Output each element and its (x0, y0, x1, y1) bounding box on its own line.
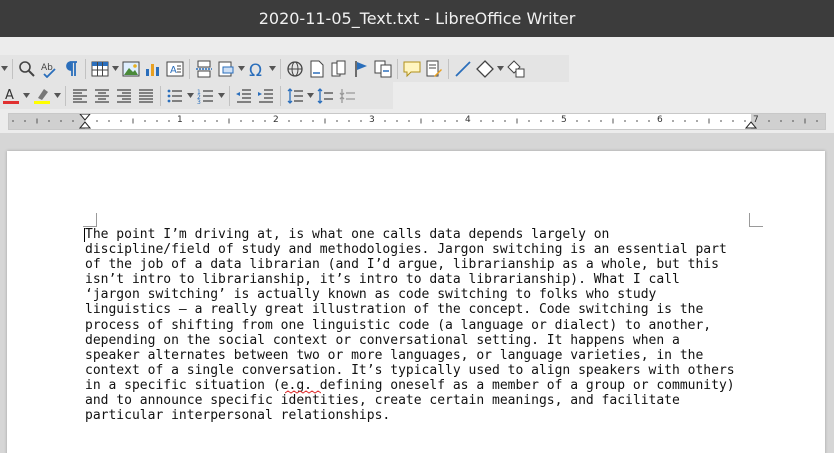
toolbar-separator (229, 85, 230, 106)
standard-toolbar: Ab A Ω (0, 55, 569, 82)
ruler-label: 5 (561, 115, 567, 125)
toolbar-separator (12, 58, 13, 79)
ruler-label: 1 (177, 115, 183, 125)
chevron-down-icon[interactable] (0, 58, 9, 80)
chevron-down-icon[interactable] (496, 58, 505, 80)
toolbar-area: Ab A Ω A 1 2 3 (0, 37, 834, 111)
svg-text:3: 3 (197, 99, 201, 105)
toolbar-separator (65, 85, 66, 106)
hyperlink-icon[interactable] (284, 58, 306, 80)
svg-text:A: A (170, 65, 177, 76)
line-icon[interactable] (452, 58, 474, 80)
bullets-icon[interactable] (164, 85, 186, 107)
left-indent-marker[interactable] (79, 114, 91, 129)
chevron-down-icon[interactable] (237, 58, 246, 80)
toolbar-separator (397, 58, 398, 79)
spelling-error-underline (285, 390, 321, 394)
text-boundary-corner (749, 213, 763, 227)
ruler-band: 1 2 3 4 5 6 7 (0, 111, 834, 133)
draw-functions-icon[interactable] (505, 58, 527, 80)
toolbar-separator (448, 58, 449, 79)
footnote-icon[interactable] (306, 58, 328, 80)
document-line[interactable]: and to announce specific identities, cre… (85, 393, 765, 408)
document-line[interactable]: particular interpersonal relationships. (85, 408, 765, 423)
chevron-down-icon[interactable] (306, 85, 315, 107)
ruler-label: 4 (465, 115, 471, 125)
chevron-down-icon[interactable] (217, 85, 226, 107)
formatting-toolbar: A 123 (0, 82, 393, 109)
ruler-label: 3 (369, 115, 375, 125)
ruler-label: 2 (273, 115, 279, 125)
cross-reference-icon[interactable] (372, 58, 394, 80)
endnote-icon[interactable] (328, 58, 350, 80)
toolbar-separator (280, 58, 281, 79)
insert-table-icon[interactable] (89, 58, 111, 80)
ruler-label: 6 (657, 115, 663, 125)
document-line[interactable]: isn’t intro to librarianship, it’s intro… (85, 272, 765, 287)
paragraph-spacing-decrease-icon[interactable] (337, 85, 359, 107)
insert-chart-icon[interactable] (142, 58, 164, 80)
document-line[interactable]: The point I’m driving at, is what one ca… (85, 227, 765, 242)
document-page[interactable]: The point I’m driving at, is what one ca… (7, 151, 825, 453)
paragraph-spacing-increase-icon[interactable] (315, 85, 337, 107)
chevron-down-icon[interactable] (111, 58, 120, 80)
document-line[interactable]: process of shifting from one linguistic … (85, 318, 765, 333)
special-character-icon[interactable]: Ω (246, 58, 268, 80)
formatting-marks-icon[interactable] (60, 58, 82, 80)
align-center-icon[interactable] (91, 85, 113, 107)
basic-shapes-icon[interactable] (474, 58, 496, 80)
chevron-down-icon[interactable] (268, 58, 277, 80)
chevron-down-icon[interactable] (53, 85, 62, 107)
align-left-icon[interactable] (69, 85, 91, 107)
track-changes-icon[interactable] (423, 58, 445, 80)
document-line[interactable]: context of a single conversation. It’s t… (85, 363, 765, 378)
document-workarea[interactable]: The point I’m driving at, is what one ca… (0, 133, 834, 453)
indent-decrease-icon[interactable] (233, 85, 255, 107)
toolbar-separator (160, 85, 161, 106)
document-line[interactable]: speaker alternates between two or more l… (85, 348, 765, 363)
chevron-down-icon[interactable] (22, 85, 31, 107)
document-line[interactable]: depending on the social context or conve… (85, 333, 765, 348)
toolbar-separator (189, 58, 190, 79)
comment-icon[interactable] (401, 58, 423, 80)
document-line[interactable]: of the job of a data librarian (and I’d … (85, 257, 765, 272)
font-color-icon[interactable]: A (0, 85, 22, 107)
bookmark-icon[interactable] (350, 58, 372, 80)
document-line[interactable]: discipline/field of study and methodolog… (85, 242, 765, 257)
document-line[interactable]: linguistics – a really great illustratio… (85, 302, 765, 317)
highlight-icon[interactable] (31, 85, 53, 107)
indent-increase-icon[interactable] (255, 85, 277, 107)
svg-text:Ω: Ω (249, 61, 262, 78)
insert-image-icon[interactable] (120, 58, 142, 80)
find-replace-icon[interactable] (16, 58, 38, 80)
toolbar-separator (280, 85, 281, 106)
align-right-icon[interactable] (113, 85, 135, 107)
ruler-ticks (12, 118, 818, 124)
insert-textbox-icon[interactable]: A (164, 58, 186, 80)
justify-icon[interactable] (135, 85, 157, 107)
window-title: 2020-11-05_Text.txt - LibreOffice Writer (258, 9, 576, 28)
horizontal-ruler[interactable]: 1 2 3 4 5 6 7 (8, 113, 826, 130)
spelling-icon[interactable]: Ab (38, 58, 60, 80)
right-indent-marker[interactable] (745, 114, 757, 129)
document-line[interactable]: ‘jargon switching’ is actually known as … (85, 287, 765, 302)
document-body[interactable]: The point I’m driving at, is what one ca… (85, 227, 765, 423)
svg-text:A: A (5, 88, 14, 103)
page-break-icon[interactable] (193, 58, 215, 80)
document-line[interactable]: in a specific situation (e.g. defining o… (85, 378, 765, 393)
text-boundary-corner (83, 213, 97, 227)
line-spacing-icon[interactable] (284, 85, 306, 107)
title-bar: 2020-11-05_Text.txt - LibreOffice Writer (0, 0, 834, 37)
numbering-icon[interactable]: 123 (195, 85, 217, 107)
insert-field-icon[interactable] (215, 58, 237, 80)
toolbar-separator (85, 58, 86, 79)
chevron-down-icon[interactable] (186, 85, 195, 107)
